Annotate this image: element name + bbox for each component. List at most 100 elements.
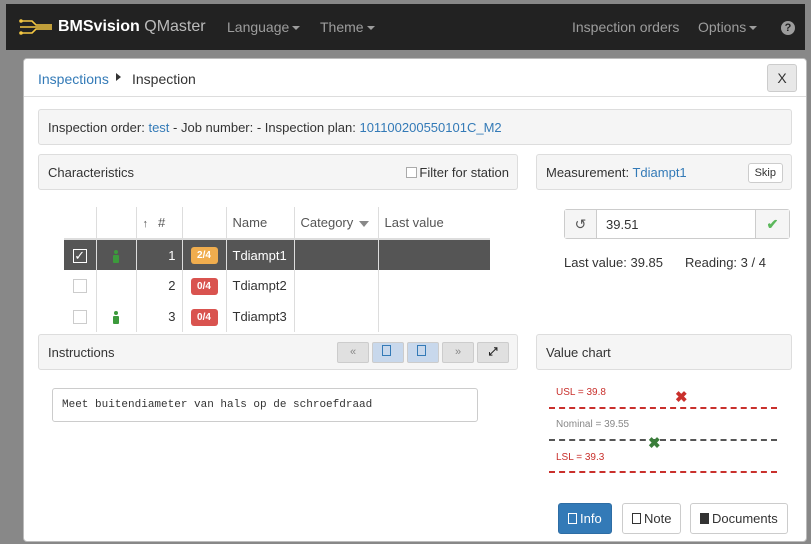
circuit-logo-icon [19, 18, 52, 35]
measurement-name: Tdiampt1 [632, 165, 687, 180]
order-label: Inspection order: [48, 120, 149, 135]
order-link[interactable]: test [148, 120, 169, 135]
measurement-input-group: ↺ ✔ [564, 209, 790, 239]
filter-station-checkbox[interactable]: Filter for station [406, 165, 509, 180]
row-category [293, 239, 378, 270]
sort-up-icon: ↑ [142, 218, 149, 230]
characteristics-title: Characteristics [48, 165, 134, 180]
documents-button[interactable]: Documents [690, 503, 788, 534]
plan-link[interactable]: 101100200550101C_M2 [359, 120, 501, 135]
row-checkbox[interactable] [64, 270, 96, 301]
skip-button[interactable]: Skip [747, 163, 783, 183]
breadcrumb-separator-icon [116, 73, 121, 81]
breadcrumb-current: Inspection [132, 71, 196, 87]
usl-label: USL = 39.8 [556, 387, 606, 398]
col-category[interactable]: Category [293, 207, 378, 240]
row-checkbox[interactable] [64, 301, 96, 332]
first-page-button[interactable]: « [337, 342, 369, 363]
theme-label: Theme [320, 19, 364, 35]
row-last-value [377, 301, 490, 332]
measurement-header: Measurement: Tdiampt1 Skip [536, 154, 792, 190]
close-button[interactable]: X [767, 64, 797, 92]
measurement-label: Measurement: [546, 165, 633, 180]
last-page-button[interactable]: » [442, 342, 474, 363]
progress-badge: 2/4 [190, 247, 218, 264]
filter-icon[interactable] [359, 220, 370, 227]
options-label: Options [698, 19, 747, 35]
measurement-title: Measurement: Tdiampt1 [546, 165, 687, 180]
progress-badge: 0/4 [190, 277, 218, 295]
brand[interactable]: BMSvision QMaster [18, 4, 206, 50]
reading-text: Reading: 3 / 4 [685, 255, 766, 270]
last-value-text: Last value: 39.85 [564, 255, 664, 270]
checkbox-icon: ✓ [72, 247, 87, 263]
table-row[interactable]: 2 0/4 Tdiampt2 [64, 270, 490, 301]
checkbox-icon [72, 310, 87, 325]
row-last-value [377, 239, 490, 270]
person-icon [112, 249, 120, 263]
table-row[interactable]: 3 0/4 Tdiampt3 [64, 301, 490, 332]
note-button[interactable]: Note [622, 503, 682, 534]
doc-icon[interactable] [407, 342, 439, 363]
row-number: 3 [135, 301, 182, 332]
language-menu[interactable]: Language [227, 4, 301, 50]
question-circle-icon: ? [781, 21, 795, 35]
doc-icon[interactable] [372, 342, 404, 363]
caret-down-icon [366, 26, 375, 31]
brand-bold: BMSvision [58, 18, 140, 35]
operator-cell [95, 270, 136, 301]
document-icon [417, 345, 426, 356]
document-icon [568, 513, 577, 524]
col-category-label: Category [300, 215, 354, 230]
inspection-modal: Inspections Inspection X Inspection orde… [23, 58, 807, 542]
progress-cell: 2/4 [181, 239, 226, 270]
table-row[interactable]: ✓ 1 2/4 Tdiampt1 [64, 239, 490, 270]
row-name: Tdiampt1 [225, 239, 294, 270]
filter-label: Filter for station [419, 165, 509, 180]
characteristics-table: ↑ # Name Category Last value ✓ 1 2/4 Tdiampt… [64, 207, 490, 332]
top-navbar: BMSvision QMaster Language Theme Inspect… [6, 4, 805, 50]
col-number[interactable]: ↑ # [135, 207, 182, 240]
col-name[interactable]: Name [225, 207, 294, 240]
row-number: 1 [135, 239, 182, 270]
lsl-label: LSL = 39.3 [556, 452, 605, 463]
modal-header: Inspections Inspection X [24, 59, 806, 97]
expand-icon[interactable]: ⤢ [477, 342, 509, 363]
col-select [64, 207, 96, 240]
order-info-bar: Inspection order: test - Job number: - I… [38, 109, 792, 145]
nominal-label: Nominal = 39.55 [556, 419, 630, 430]
row-name: Tdiampt3 [225, 301, 294, 332]
note-icon [632, 513, 641, 524]
theme-menu[interactable]: Theme [320, 4, 375, 50]
ok-mark-icon: ✖ [648, 435, 661, 452]
usl-line [549, 407, 777, 409]
checkbox-icon [72, 279, 87, 294]
order-info-text: Inspection order: test - Job number: - I… [48, 120, 502, 135]
progress-cell: 0/4 [181, 270, 226, 301]
col-progress [181, 207, 226, 240]
info-button[interactable]: Info [558, 503, 612, 534]
out-of-tolerance-mark-icon: ✖ [675, 389, 688, 406]
options-menu[interactable]: Options [698, 4, 758, 50]
help-button[interactable]: ? [781, 4, 795, 50]
job-label: - Job number: - Inspection plan: [169, 120, 360, 135]
row-last-value [377, 270, 490, 301]
col-last-value[interactable]: Last value [377, 207, 490, 240]
instruction-toolbar: « » ⤢ [334, 342, 509, 363]
brand-light: QMaster [144, 18, 206, 35]
row-category [293, 301, 378, 332]
inspection-orders-link[interactable]: Inspection orders [572, 4, 679, 50]
breadcrumb-inspections-link[interactable]: Inspections [38, 71, 109, 87]
progress-cell: 0/4 [181, 301, 226, 332]
row-category [293, 270, 378, 301]
row-checkbox[interactable]: ✓ [64, 239, 96, 270]
documents-label: Documents [712, 511, 778, 526]
row-name: Tdiampt2 [225, 270, 294, 301]
undo-icon[interactable]: ↺ [565, 210, 597, 238]
measurement-input[interactable] [598, 210, 755, 238]
language-label: Language [227, 19, 290, 35]
person-icon [112, 311, 120, 325]
check-icon[interactable]: ✔ [755, 210, 789, 238]
operator-cell [95, 301, 136, 332]
checkbox-icon [406, 167, 418, 178]
